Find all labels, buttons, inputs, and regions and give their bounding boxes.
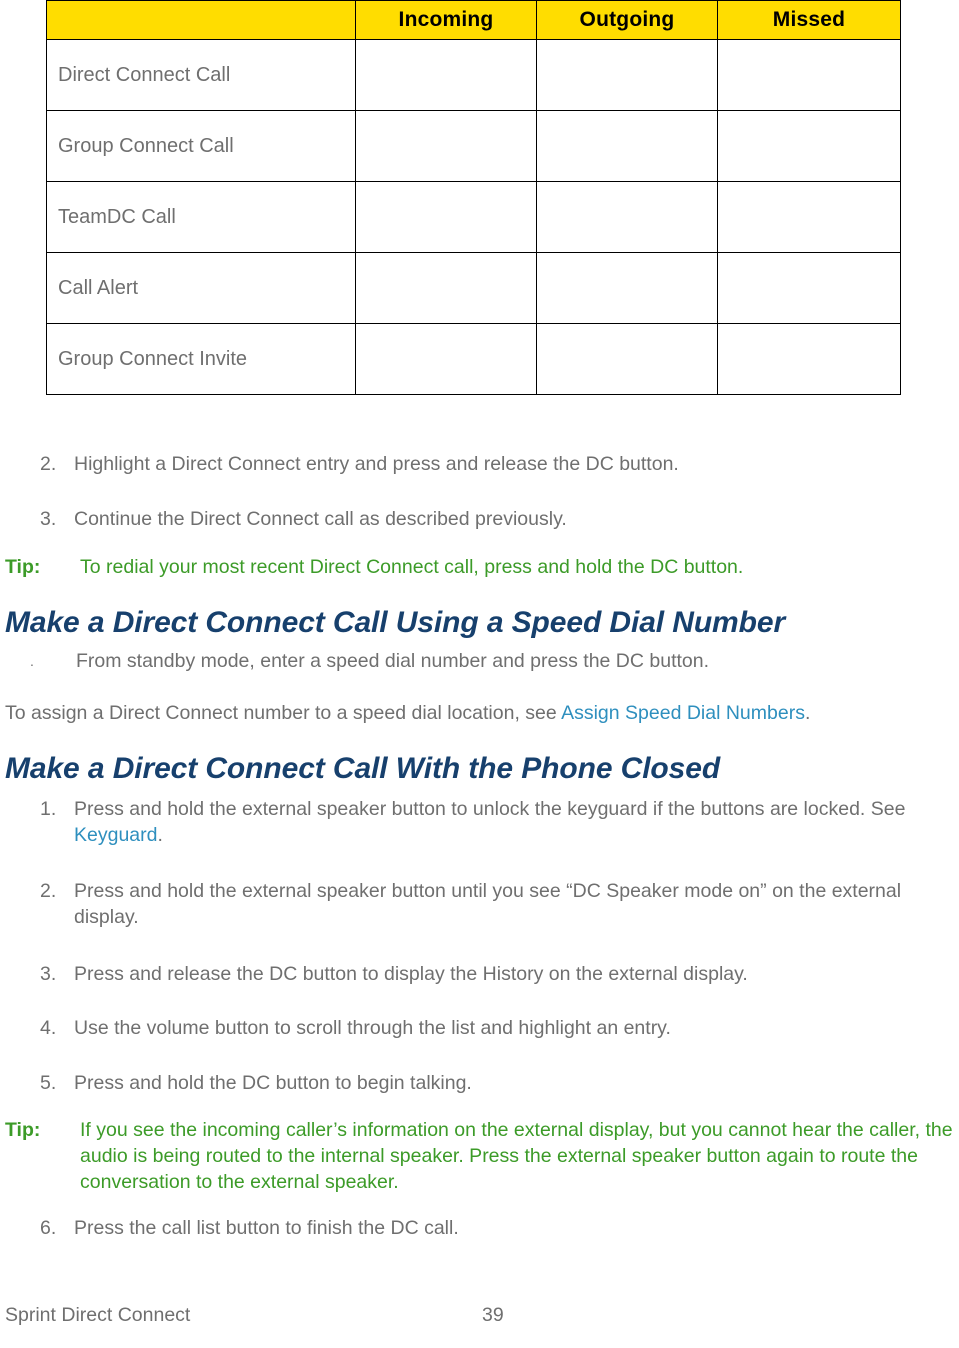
- list-marker: 6.: [40, 1217, 57, 1239]
- table-row: Group Connect Invite: [46, 323, 901, 395]
- call-type-table: Incoming Outgoing Missed Direct Connect …: [46, 0, 901, 395]
- table-header-blank: [46, 0, 356, 40]
- list-item-speed-dial-bullet: . From standby mode, enter a speed dial …: [30, 648, 920, 674]
- footer-page-number: 39: [482, 1304, 504, 1326]
- step-text-suffix: .: [157, 824, 163, 846]
- document-page: Incoming Outgoing Missed Direct Connect …: [0, 0, 959, 1348]
- cell-outgoing: [536, 110, 718, 182]
- row-label: TeamDC Call: [46, 181, 356, 253]
- table-row: Direct Connect Call: [46, 39, 901, 111]
- list-item-text: Press the call list button to finish the…: [74, 1217, 459, 1239]
- tip-label: Tip:: [5, 556, 41, 578]
- list-marker: 2.: [40, 453, 57, 475]
- list-item-step-3: 3. Continue the Direct Connect call as d…: [40, 506, 920, 532]
- list-item-step-5: 5. Press and hold the DC button to begin…: [40, 1070, 930, 1096]
- table-row: Group Connect Call: [46, 110, 901, 182]
- list-item-text: Press and hold the external speaker butt…: [74, 880, 902, 928]
- row-label: Call Alert: [46, 252, 356, 324]
- cell-missed: [717, 110, 901, 182]
- cell-missed: [717, 252, 901, 324]
- row-label: Group Connect Invite: [46, 323, 356, 395]
- footer-title: Sprint Direct Connect: [5, 1304, 191, 1326]
- table-header-row: Incoming Outgoing Missed: [46, 0, 901, 40]
- tip-block-1: Tip: To redial your most recent Direct C…: [5, 554, 955, 580]
- cell-outgoing: [536, 39, 718, 111]
- list-item-step-2: 2. Highlight a Direct Connect entry and …: [40, 451, 920, 477]
- cell-outgoing: [536, 252, 718, 324]
- list-item-step-1: 1. Press and hold the external speaker b…: [40, 796, 925, 848]
- cell-missed: [717, 181, 901, 253]
- list-marker: 3.: [40, 508, 57, 530]
- list-item-text: Use the volume button to scroll through …: [74, 1017, 671, 1039]
- link-assign-speed-dial-numbers[interactable]: Assign Speed Dial Numbers: [561, 702, 805, 724]
- table-header-missed: Missed: [717, 0, 901, 40]
- cell-outgoing: [536, 181, 718, 253]
- call-type-table-container: Incoming Outgoing Missed Direct Connect …: [46, 0, 901, 395]
- tip-block-2: Tip: If you see the incoming caller’s in…: [5, 1117, 957, 1195]
- list-item-step-6: 6. Press the call list button to finish …: [40, 1215, 930, 1241]
- list-item-step-4: 4. Use the volume button to scroll throu…: [40, 1015, 930, 1041]
- list-item-step-2b: 2. Press and hold the external speaker b…: [40, 878, 935, 930]
- page-footer: Sprint Direct Connect 39: [0, 1288, 959, 1348]
- table-body: Direct Connect Call Group Connect Call T…: [46, 39, 901, 395]
- cell-missed: [717, 323, 901, 395]
- row-label: Direct Connect Call: [46, 39, 356, 111]
- table-row: Call Alert: [46, 252, 901, 324]
- cell-incoming: [355, 323, 537, 395]
- list-item-text: Highlight a Direct Connect entry and pre…: [74, 453, 679, 475]
- table-header-incoming: Incoming: [355, 0, 537, 40]
- paragraph-prefix: To assign a Direct Connect number to a s…: [5, 702, 562, 724]
- list-item-text: Press and release the DC button to displ…: [74, 963, 748, 985]
- tip-text: To redial your most recent Direct Connec…: [80, 556, 744, 578]
- cell-incoming: [355, 181, 537, 253]
- list-marker: 1.: [40, 798, 57, 820]
- list-marker: .: [30, 653, 34, 669]
- section-heading-phone-closed: Make a Direct Connect Call With the Phon…: [5, 752, 721, 785]
- cell-incoming: [355, 252, 537, 324]
- tip-label: Tip:: [5, 1119, 41, 1141]
- list-item-step-3b: 3. Press and release the DC button to di…: [40, 961, 930, 987]
- list-marker: 5.: [40, 1072, 57, 1094]
- table-header-outgoing: Outgoing: [536, 0, 718, 40]
- list-item-text: Continue the Direct Connect call as desc…: [74, 508, 567, 530]
- step-text-prefix: Press and hold the external speaker butt…: [74, 798, 906, 820]
- speed-dial-paragraph: To assign a Direct Connect number to a s…: [5, 700, 955, 726]
- table-row: TeamDC Call: [46, 181, 901, 253]
- list-item-text: From standby mode, enter a speed dial nu…: [76, 650, 710, 672]
- paragraph-suffix: .: [804, 702, 811, 724]
- row-label: Group Connect Call: [46, 110, 356, 182]
- list-item-text: Press and hold the DC button to begin ta…: [74, 1072, 472, 1094]
- list-item-text: Press and hold the external speaker butt…: [74, 796, 925, 848]
- cell-missed: [717, 39, 901, 111]
- cell-incoming: [355, 110, 537, 182]
- tip-text: If you see the incoming caller’s informa…: [80, 1119, 953, 1193]
- cell-incoming: [355, 39, 537, 111]
- list-marker: 3.: [40, 963, 57, 985]
- list-marker: 2.: [40, 880, 57, 902]
- list-marker: 4.: [40, 1017, 57, 1039]
- section-heading-speed-dial: Make a Direct Connect Call Using a Speed…: [5, 606, 786, 639]
- table-header: Incoming Outgoing Missed: [46, 0, 901, 40]
- link-keyguard[interactable]: Keyguard: [74, 824, 157, 846]
- cell-outgoing: [536, 323, 718, 395]
